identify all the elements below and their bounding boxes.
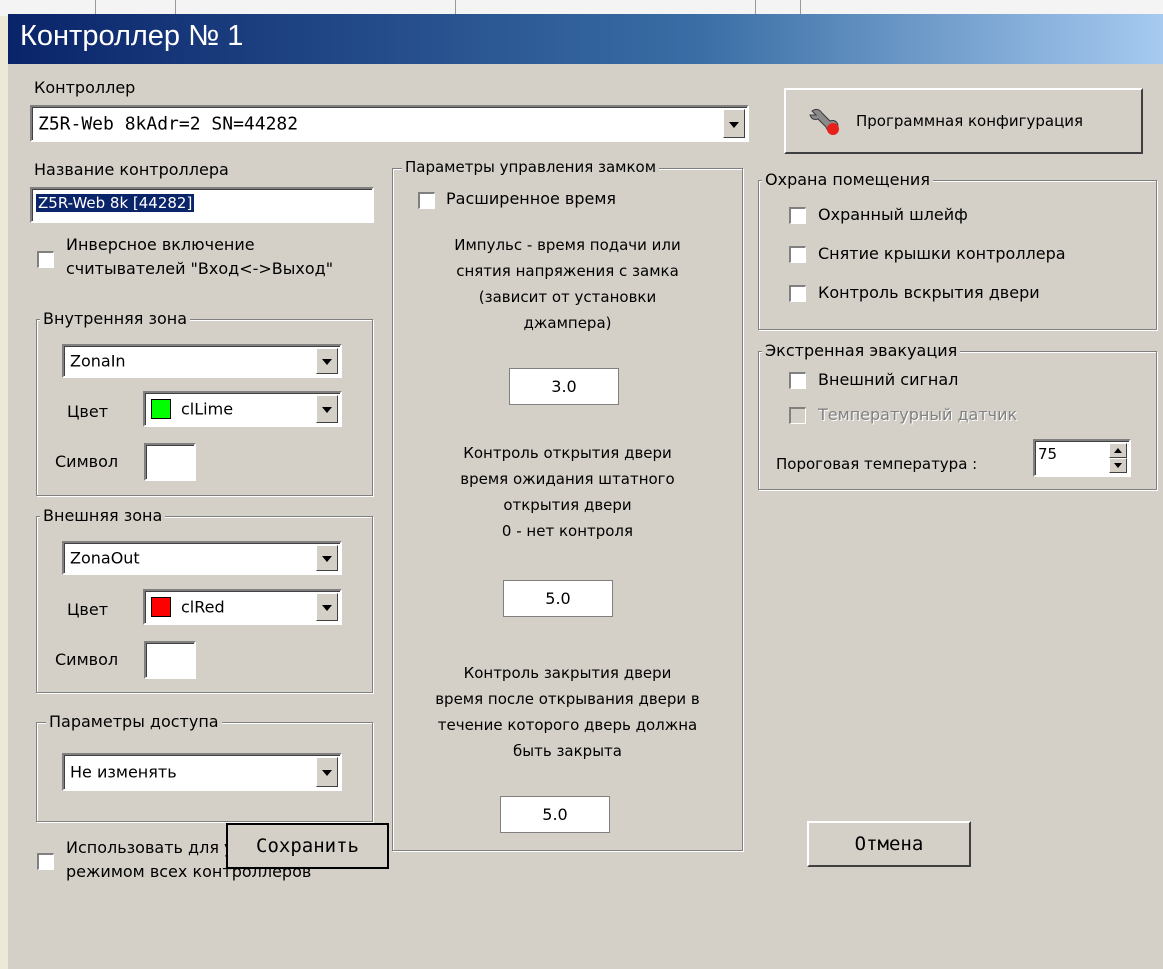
guard-loop-checkbox[interactable] bbox=[789, 207, 806, 224]
door-breach-checkbox[interactable] bbox=[789, 285, 806, 302]
inner-symbol-input[interactable] bbox=[144, 443, 196, 481]
chevron-down-icon[interactable] bbox=[316, 395, 338, 423]
inner-zone-select-value: ZonaIn bbox=[70, 351, 126, 371]
close-control-description-line: быть закрыта bbox=[513, 742, 622, 760]
inner-symbol-label: Символ bbox=[55, 452, 119, 471]
cancel-button-label: Отмена bbox=[854, 833, 924, 855]
external-signal-checkbox[interactable] bbox=[789, 372, 806, 389]
outer-symbol-label: Символ bbox=[55, 650, 119, 669]
open-control-description: Контроль открытия двери время ожидания ш… bbox=[395, 440, 740, 544]
wrench-icon bbox=[808, 107, 842, 141]
outer-color-value: clRed bbox=[181, 597, 225, 617]
chevron-down-icon[interactable] bbox=[723, 109, 745, 138]
access-select[interactable]: Не изменять bbox=[62, 753, 342, 791]
cancel-button[interactable]: Отмена bbox=[807, 821, 971, 867]
threshold-spin-input[interactable]: 75 bbox=[1033, 439, 1131, 477]
extended-time-label: Расширенное время bbox=[446, 189, 617, 208]
threshold-label: Пороговая температура : bbox=[776, 455, 978, 473]
controller-select[interactable]: Z5R-Web 8kAdr=2 SN=44282 bbox=[30, 105, 749, 142]
outer-color-select[interactable]: clRed bbox=[143, 589, 342, 625]
temp-sensor-checkbox[interactable] bbox=[789, 407, 806, 424]
outer-zone-select-value: ZonaOut bbox=[70, 548, 140, 568]
open-control-description-line: 0 - нет контроля bbox=[501, 522, 634, 540]
threshold-value: 75 bbox=[1038, 445, 1058, 463]
temp-sensor-label: Температурный датчик bbox=[818, 405, 1018, 424]
outer-color-label: Цвет bbox=[67, 600, 109, 619]
cover-removal-checkbox[interactable] bbox=[789, 246, 806, 263]
program-config-button[interactable]: Программная конфигурация bbox=[784, 88, 1143, 154]
lock-params-title: Параметры управления замком bbox=[402, 158, 660, 176]
inverse-readers-checkbox[interactable] bbox=[37, 251, 54, 268]
close-control-description: Контроль закрытия двери время после откр… bbox=[395, 660, 740, 764]
inverse-readers-label: Инверсное включение считывателей "Вход<-… bbox=[66, 233, 333, 281]
spin-down-icon[interactable] bbox=[1109, 458, 1127, 473]
pulse-input[interactable]: 3.0 bbox=[509, 368, 619, 405]
extended-time-checkbox[interactable] bbox=[418, 192, 435, 209]
color-swatch bbox=[151, 399, 171, 419]
controller-label: Контроллер bbox=[34, 78, 136, 97]
chevron-down-icon[interactable] bbox=[316, 757, 338, 787]
inner-zone-title: Внутренняя зона bbox=[40, 309, 191, 328]
close-control-description-line: время после открывания двери в bbox=[435, 690, 700, 708]
chevron-down-icon[interactable] bbox=[316, 545, 338, 571]
spin-up-icon[interactable] bbox=[1109, 443, 1127, 458]
open-control-description-line: время ожидания штатного bbox=[460, 470, 675, 488]
open-control-input[interactable]: 5.0 bbox=[503, 580, 613, 617]
inner-color-value: clLime bbox=[181, 399, 234, 419]
close-control-input[interactable]: 5.0 bbox=[500, 796, 610, 833]
access-title: Параметры доступа bbox=[46, 712, 222, 731]
controller-name-input[interactable]: Z5R-Web 8k [44282] bbox=[30, 187, 374, 223]
cover-removal-label: Снятие крышки контроллера bbox=[818, 244, 1066, 263]
save-button-label: Сохранить bbox=[256, 835, 359, 857]
inner-zone-select[interactable]: ZonaIn bbox=[62, 344, 342, 378]
pulse-description: Импульс - время подачи или снятия напряж… bbox=[395, 232, 740, 336]
pulse-description-line: Импульс - время подачи или bbox=[454, 236, 681, 254]
guard-loop-label: Охранный шлейф bbox=[818, 205, 968, 224]
inner-color-select[interactable]: clLime bbox=[143, 391, 342, 427]
controller-name-label: Название контроллера bbox=[34, 160, 229, 179]
pulse-description-line: (зависит от установки bbox=[478, 288, 657, 306]
spinner[interactable] bbox=[1109, 443, 1127, 473]
use-for-all-checkbox[interactable] bbox=[37, 853, 54, 870]
chevron-down-icon[interactable] bbox=[316, 593, 338, 621]
open-control-description-line: Контроль открытия двери bbox=[463, 444, 672, 462]
inverse-readers-label-line1: Инверсное включение bbox=[66, 235, 255, 254]
controller-select-value: Z5R-Web 8kAdr=2 SN=44282 bbox=[38, 113, 299, 134]
close-control-description-line: течение которого дверь должна bbox=[437, 716, 698, 734]
pulse-description-line: снятия напряжения с замка bbox=[456, 262, 679, 280]
external-signal-label: Внешний сигнал bbox=[818, 370, 959, 389]
save-button[interactable]: Сохранить bbox=[226, 823, 389, 869]
controller-name-value: Z5R-Web 8k [44282] bbox=[36, 194, 195, 212]
color-swatch bbox=[151, 597, 171, 617]
inner-color-label: Цвет bbox=[67, 402, 109, 421]
chevron-down-icon[interactable] bbox=[316, 348, 338, 374]
access-select-value: Не изменять bbox=[70, 762, 177, 782]
security-title: Охрана помещения bbox=[762, 170, 933, 189]
outer-zone-title: Внешняя зона bbox=[40, 506, 166, 525]
inverse-readers-label-line2: считывателей "Вход<->Выход" bbox=[66, 259, 334, 278]
door-breach-label: Контроль вскрытия двери bbox=[818, 283, 1040, 302]
program-config-label: Программная конфигурация bbox=[856, 112, 1084, 130]
open-control-description-line: открытия двери bbox=[503, 496, 632, 514]
outer-symbol-input[interactable] bbox=[144, 641, 196, 679]
evacuation-title: Экстренная эвакуация bbox=[762, 341, 961, 360]
window-title: Контроллер № 1 bbox=[20, 20, 244, 52]
outer-zone-select[interactable]: ZonaOut bbox=[62, 541, 342, 575]
close-control-description-line: Контроль закрытия двери bbox=[463, 664, 672, 682]
title-bar[interactable]: Контроллер № 1 bbox=[8, 14, 1163, 64]
pulse-description-line: джампера) bbox=[523, 314, 612, 332]
